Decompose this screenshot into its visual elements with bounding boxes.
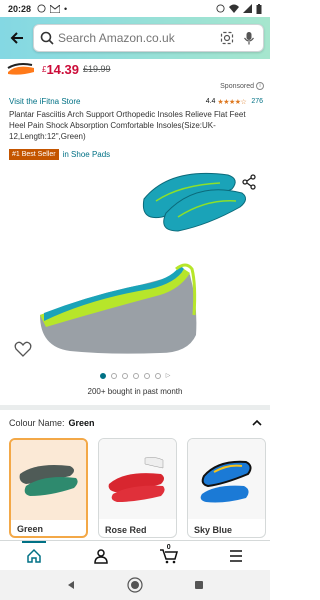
arrow-left-icon <box>10 32 23 44</box>
gmail-icon <box>50 4 61 13</box>
rating[interactable]: 4.4 ★★★★☆ 276 <box>206 98 263 106</box>
wishlist-button[interactable] <box>14 341 32 357</box>
battery-icon <box>256 3 262 14</box>
camera-icon <box>220 31 234 45</box>
insole-pair-small-image <box>142 172 246 232</box>
nav-menu[interactable] <box>216 543 256 569</box>
mic-button[interactable] <box>241 30 257 46</box>
system-status-icons <box>216 3 262 14</box>
back-button[interactable] <box>6 27 27 49</box>
cart-count: 0 <box>166 543 171 551</box>
search-input[interactable] <box>58 31 213 45</box>
info-icon[interactable]: i <box>256 82 264 90</box>
insole-thumbnail-green <box>19 465 78 496</box>
carousel-dot[interactable] <box>121 372 128 379</box>
status-bar: 20:28 • <box>0 0 270 17</box>
carousel-dot[interactable] <box>143 372 150 379</box>
share-button[interactable] <box>241 174 257 190</box>
sponsored-product-thumbnail <box>7 63 34 75</box>
alarm-icon <box>216 4 225 13</box>
insole-large-image <box>40 263 197 354</box>
camera-button[interactable] <box>219 30 235 46</box>
carousel-dot[interactable] <box>110 372 117 379</box>
section-divider <box>0 405 270 410</box>
swatch-name: Green <box>17 524 44 534</box>
nav-cart[interactable]: 0 <box>149 543 189 569</box>
status-time: 20:28 <box>8 3 32 14</box>
store-rating-row: Visit the iFitna Store 4.4 ★★★★☆ 276 <box>9 97 263 106</box>
person-icon <box>94 548 109 564</box>
system-nav-bar <box>0 570 270 600</box>
swatch-image-green <box>11 440 86 520</box>
nav-account[interactable] <box>81 543 121 569</box>
sponsored-label: Sponsored <box>220 82 254 90</box>
product-title: Plantar Fasciitis Arch Support Orthopedi… <box>9 110 246 141</box>
swatch-name: Rose Red <box>105 525 147 535</box>
home-icon <box>27 548 41 563</box>
video-play-icon[interactable]: ▷ <box>166 372 171 379</box>
colour-swatches: Green Rose Red Sky Blue <box>9 438 279 538</box>
colour-swatch-sky-blue[interactable]: Sky Blue <box>187 438 266 538</box>
mic-icon <box>244 32 254 45</box>
carousel-dot[interactable] <box>99 372 106 379</box>
home-circle-icon[interactable] <box>127 577 143 593</box>
colour-swatch-green[interactable]: Green <box>9 438 88 538</box>
swatch-image-rose-red <box>99 439 176 519</box>
colour-selected-value: Green <box>68 418 95 428</box>
wifi-icon <box>229 4 239 13</box>
product-image[interactable] <box>0 165 270 370</box>
search-bar[interactable] <box>33 24 264 52</box>
colour-selector-header[interactable]: Colour Name: Green <box>9 417 263 429</box>
swatch-image-sky-blue <box>188 439 265 519</box>
colour-swatch-rose-red[interactable]: Rose Red <box>98 438 177 538</box>
chevron-up-icon[interactable] <box>251 417 263 429</box>
insole-thumbnail-sky-blue <box>200 460 252 503</box>
recents-square-icon[interactable] <box>194 580 204 590</box>
back-triangle-icon[interactable] <box>66 580 76 590</box>
nav-home[interactable] <box>14 540 54 569</box>
signal-icon <box>243 4 252 13</box>
carousel-dot[interactable] <box>154 372 161 379</box>
swatch-name: Sky Blue <box>194 525 233 535</box>
bought-in-past-month: 200+ bought in past month <box>87 387 183 396</box>
search-icon <box>40 31 54 45</box>
rating-stars-icon: ★★★★☆ <box>217 98 247 106</box>
dot-icon: • <box>64 3 68 14</box>
bottom-nav: 0 <box>0 540 270 570</box>
best-seller-category-link[interactable]: in Shoe Pads <box>63 150 111 159</box>
heart-icon <box>14 341 32 357</box>
insole-thumbnail-rose-red <box>108 457 165 502</box>
menu-icon <box>230 549 243 562</box>
best-seller-badge: #1 Best Seller <box>9 149 59 160</box>
price-was: £19.99 <box>83 64 111 74</box>
store-link[interactable]: Visit the iFitna Store <box>9 97 80 106</box>
carousel-dot[interactable] <box>132 372 139 379</box>
share-icon <box>242 174 256 190</box>
search-header <box>0 17 270 59</box>
whatsapp-icon <box>37 4 46 13</box>
bestseller-row: #1 Best Seller in Shoe Pads <box>9 149 110 160</box>
notification-icons: • <box>37 4 67 14</box>
colour-label: Colour Name: <box>9 418 65 428</box>
rating-count: 276 <box>251 98 263 105</box>
sponsored-product-strip[interactable]: £ 14.39 £19.99 <box>0 59 270 79</box>
rating-value: 4.4 <box>205 98 216 105</box>
sponsored-row: Sponsored i <box>0 80 270 92</box>
image-carousel-dots: ▷ <box>0 372 270 379</box>
price-value: 14.39 <box>46 61 79 77</box>
